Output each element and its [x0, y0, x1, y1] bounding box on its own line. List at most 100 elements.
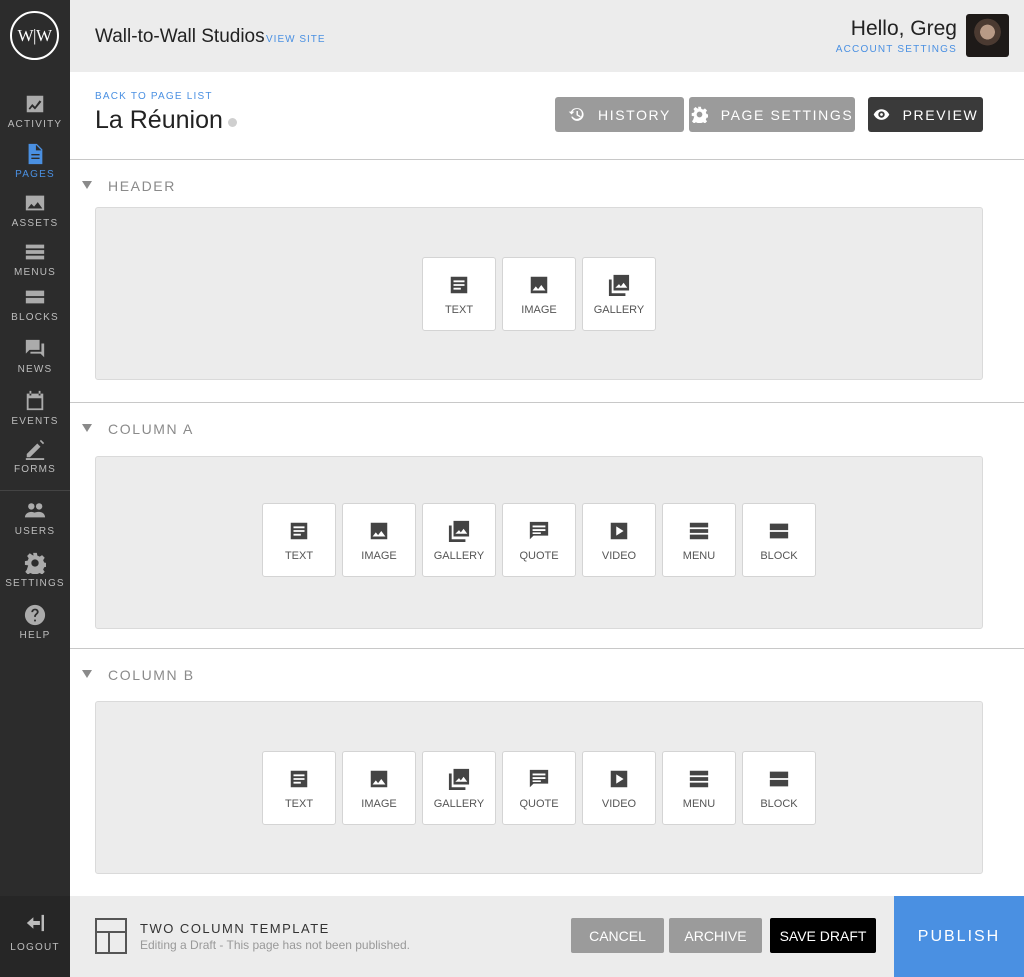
- users-icon: [24, 503, 46, 518]
- sidebar-item-settings[interactable]: SETTINGS: [0, 552, 70, 598]
- archive-button[interactable]: ARCHIVE: [669, 918, 762, 953]
- sidebar-item-label: PAGES: [15, 169, 55, 180]
- gallery-icon: [448, 768, 470, 790]
- sidebar-item-users[interactable]: USERS: [0, 500, 70, 546]
- preview-button-label: PREVIEW: [902, 106, 979, 123]
- divider: [70, 159, 1024, 160]
- tile-label: GALLERY: [593, 304, 645, 316]
- logout-button[interactable]: LOGOUT: [0, 896, 70, 977]
- sidebar-item-help[interactable]: HELP: [0, 604, 70, 650]
- sidebar-divider: [0, 490, 70, 491]
- save-draft-button[interactable]: SAVE DRAFT: [770, 918, 876, 953]
- sidebar-item-menus[interactable]: MENUS: [0, 241, 70, 287]
- add-image-tile[interactable]: IMAGE: [342, 503, 416, 577]
- add-text-tile[interactable]: TEXT: [262, 503, 336, 577]
- publish-button[interactable]: PUBLISH: [894, 896, 1024, 977]
- logout-label: LOGOUT: [10, 942, 60, 953]
- back-to-page-list-link[interactable]: BACK TO PAGE LIST: [95, 91, 213, 102]
- tile-label: BLOCK: [760, 798, 798, 810]
- add-image-tile[interactable]: IMAGE: [502, 257, 576, 331]
- news-chat-icon: [25, 339, 45, 358]
- divider: [70, 648, 1024, 649]
- blocks-icon: [25, 290, 45, 304]
- column-a-drop-area[interactable]: TEXT IMAGE GALLERY QUOTE VIDEO MENU BLOC…: [95, 456, 983, 629]
- menu-list-icon: [689, 522, 709, 540]
- section-label: COLUMN A: [108, 421, 194, 437]
- sidebar: W|W ACTIVITY PAGES ASSETS MENUS BLOCKS N…: [0, 0, 70, 977]
- site-logo[interactable]: W|W: [10, 11, 59, 60]
- video-play-icon: [610, 770, 628, 788]
- image-icon: [370, 770, 388, 788]
- sidebar-item-label: NEWS: [17, 364, 53, 375]
- section-label: HEADER: [108, 178, 176, 194]
- sidebar-item-label: ASSETS: [11, 218, 59, 229]
- sidebar-item-activity[interactable]: ACTIVITY: [0, 93, 70, 139]
- section-toggle-column-a[interactable]: COLUMN A: [82, 421, 194, 437]
- sidebar-item-events[interactable]: EVENTS: [0, 390, 70, 436]
- header-drop-area[interactable]: TEXT IMAGE GALLERY: [95, 207, 983, 380]
- sidebar-item-label: BLOCKS: [11, 312, 59, 323]
- add-menu-tile[interactable]: MENU: [662, 751, 736, 825]
- sidebar-item-label: ACTIVITY: [7, 119, 63, 130]
- image-icon: [370, 522, 388, 540]
- add-text-tile[interactable]: TEXT: [422, 257, 496, 331]
- view-site-link[interactable]: VIEW SITE: [266, 34, 326, 45]
- add-gallery-tile[interactable]: GALLERY: [582, 257, 656, 331]
- activity-chart-icon: [26, 95, 44, 113]
- add-quote-tile[interactable]: QUOTE: [502, 503, 576, 577]
- sidebar-item-label: HELP: [19, 630, 51, 641]
- header-tiles: TEXT IMAGE GALLERY: [96, 257, 982, 331]
- add-menu-tile[interactable]: MENU: [662, 503, 736, 577]
- add-video-tile[interactable]: VIDEO: [582, 751, 656, 825]
- section-label: COLUMN B: [108, 667, 195, 683]
- add-gallery-tile[interactable]: GALLERY: [422, 751, 496, 825]
- add-block-tile[interactable]: BLOCK: [742, 503, 816, 577]
- column-b-drop-area[interactable]: TEXT IMAGE GALLERY QUOTE VIDEO MENU BLOC…: [95, 701, 983, 874]
- sidebar-item-pages[interactable]: PAGES: [0, 143, 70, 189]
- history-button[interactable]: HISTORY: [555, 97, 684, 132]
- sidebar-item-assets[interactable]: ASSETS: [0, 192, 70, 238]
- section-toggle-header[interactable]: HEADER: [82, 178, 176, 194]
- tile-label: MENU: [682, 798, 716, 810]
- tile-label: QUOTE: [519, 550, 559, 562]
- image-icon: [530, 276, 548, 294]
- text-doc-icon: [450, 276, 468, 294]
- image-icon: [25, 195, 45, 211]
- sidebar-item-blocks[interactable]: BLOCKS: [0, 286, 70, 332]
- page-settings-button-label: PAGE SETTINGS: [720, 106, 854, 123]
- add-video-tile[interactable]: VIDEO: [582, 503, 656, 577]
- tile-label: GALLERY: [433, 798, 485, 810]
- history-button-label: HISTORY: [598, 106, 671, 123]
- tile-label: QUOTE: [519, 798, 559, 810]
- add-block-tile[interactable]: BLOCK: [742, 751, 816, 825]
- add-gallery-tile[interactable]: GALLERY: [422, 503, 496, 577]
- avatar[interactable]: [966, 14, 1009, 57]
- top-bar: Wall-to-Wall Studios VIEW SITE Hello, Gr…: [70, 0, 1024, 72]
- account-settings-link[interactable]: ACCOUNT SETTINGS: [836, 44, 957, 55]
- sidebar-item-label: MENUS: [13, 267, 57, 278]
- draft-status-text: Editing a Draft - This page has not been…: [140, 938, 410, 952]
- add-quote-tile[interactable]: QUOTE: [502, 751, 576, 825]
- preview-button[interactable]: PREVIEW: [868, 97, 983, 132]
- add-text-tile[interactable]: TEXT: [262, 751, 336, 825]
- page-settings-button[interactable]: PAGE SETTINGS: [689, 97, 855, 132]
- sidebar-item-forms[interactable]: FORMS: [0, 438, 70, 484]
- eye-icon: [873, 109, 889, 120]
- gallery-icon: [608, 274, 630, 296]
- add-image-tile[interactable]: IMAGE: [342, 751, 416, 825]
- status-dot: [228, 118, 237, 127]
- tile-label: IMAGE: [361, 798, 397, 810]
- cancel-button[interactable]: CANCEL: [571, 918, 664, 953]
- caret-down-icon: [82, 181, 92, 189]
- tile-label: BLOCK: [760, 550, 798, 562]
- sidebar-item-news[interactable]: NEWS: [0, 338, 70, 384]
- calendar-icon: [26, 390, 44, 411]
- tile-label: VIDEO: [601, 798, 637, 810]
- page-title: La Réunion: [95, 106, 223, 134]
- section-toggle-column-b[interactable]: COLUMN B: [82, 667, 195, 683]
- template-name: TWO COLUMN TEMPLATE: [140, 921, 330, 936]
- caret-down-icon: [82, 670, 92, 678]
- blocks-icon: [769, 771, 789, 787]
- two-column-template-icon[interactable]: [95, 918, 127, 954]
- logout-icon: [26, 914, 44, 932]
